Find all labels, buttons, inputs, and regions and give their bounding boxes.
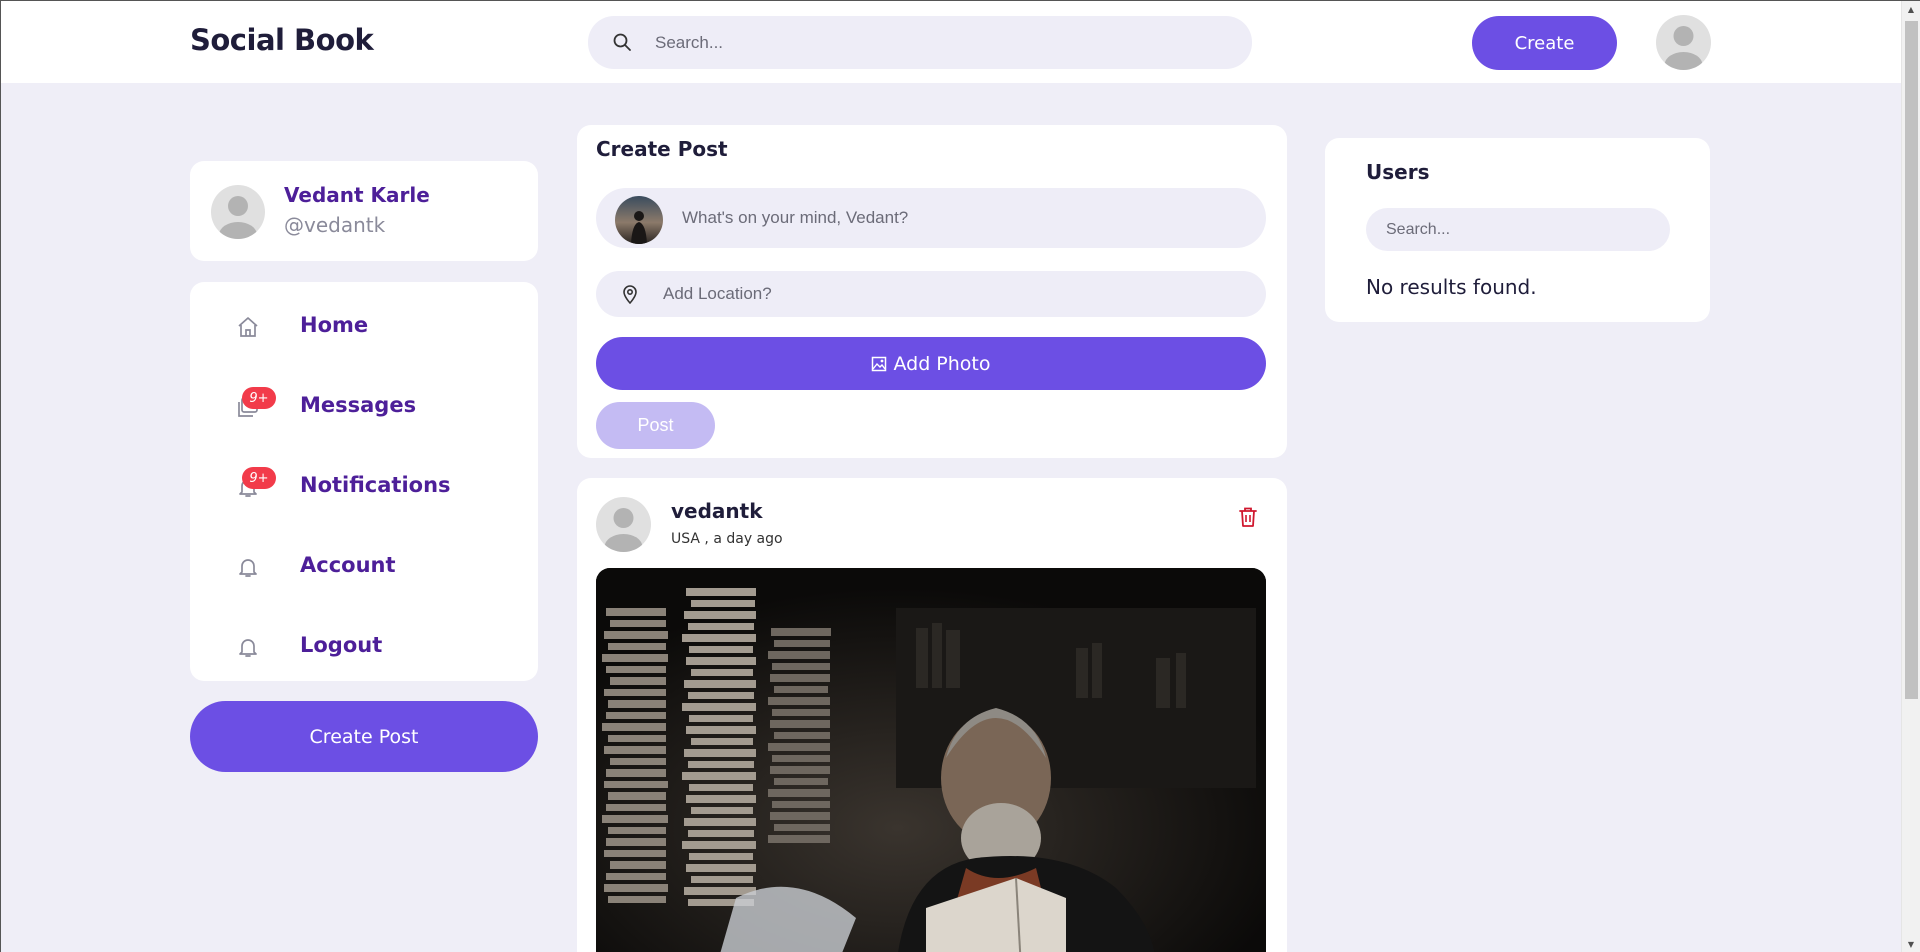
home-icon [238, 317, 258, 337]
app-logo[interactable]: Social Book [190, 23, 374, 57]
composer-title: Create Post [596, 137, 728, 161]
sidebar-item-label: Messages [300, 393, 417, 417]
sidebar-menu: Home 9+ Messages 9+ Notifications Accoun… [190, 282, 538, 681]
users-title: Users [1366, 160, 1430, 184]
status-field[interactable] [596, 188, 1266, 248]
post-button[interactable]: Post [596, 402, 715, 449]
sidebar-item-notifications[interactable]: 9+ Notifications [190, 455, 538, 515]
profile-handle: @vedantk [284, 213, 386, 237]
delete-post-icon[interactable] [1238, 506, 1258, 528]
sidebar-item-label: Home [300, 313, 369, 337]
search-input[interactable] [655, 16, 1215, 69]
add-photo-label: Add Photo [893, 352, 991, 375]
messages-badge: 9+ [242, 387, 276, 409]
sidebar-item-label: Notifications [300, 473, 451, 497]
bell-icon [239, 639, 257, 657]
profile-name: Vedant Karle [284, 183, 430, 207]
post-card: vedantk USA , a day ago [577, 478, 1287, 952]
sidebar-item-label: Account [300, 553, 396, 577]
profile-card[interactable]: Vedant Karle @vedantk [190, 161, 538, 261]
sidebar-item-home[interactable]: Home [190, 295, 538, 355]
users-panel: Users No results found. [1325, 138, 1710, 322]
user-avatar[interactable] [1656, 15, 1711, 70]
create-button[interactable]: Create [1472, 16, 1617, 70]
navbar: Social Book Create [1, 1, 1902, 83]
bell-icon [239, 559, 257, 577]
image-icon [872, 356, 887, 371]
sidebar-item-messages[interactable]: 9+ Messages [190, 375, 538, 435]
location-input[interactable] [663, 271, 1243, 317]
location-field[interactable] [596, 271, 1266, 317]
users-empty-message: No results found. [1366, 275, 1537, 299]
add-photo-button[interactable]: Add Photo [596, 337, 1266, 390]
post-author-avatar[interactable] [596, 497, 651, 552]
scroll-down-arrow-icon[interactable]: ▼ [1902, 936, 1920, 952]
post-author-name[interactable]: vedantk [671, 499, 763, 523]
users-search-input[interactable] [1366, 208, 1670, 251]
composer-avatar [615, 196, 663, 244]
page-scrollbar[interactable]: ▲ ▼ [1901, 1, 1920, 952]
scroll-up-arrow-icon[interactable]: ▲ [1902, 1, 1920, 18]
scrollbar-thumb[interactable] [1905, 21, 1918, 699]
sidebar-item-label: Logout [300, 633, 383, 657]
global-search[interactable] [588, 16, 1252, 69]
create-post-card: Create Post What's on your mind, Vedant?… [577, 125, 1287, 458]
profile-avatar [211, 185, 265, 239]
search-icon [613, 33, 631, 51]
sidebar-item-logout[interactable]: Logout [190, 615, 538, 675]
post-image[interactable] [596, 568, 1266, 952]
post-meta: USA , a day ago [671, 531, 783, 547]
location-pin-icon [623, 285, 637, 304]
create-post-button[interactable]: Create Post [190, 701, 538, 772]
notifications-badge: 9+ [242, 467, 276, 489]
status-input[interactable] [682, 188, 1242, 248]
sidebar-item-account[interactable]: Account [190, 535, 538, 595]
